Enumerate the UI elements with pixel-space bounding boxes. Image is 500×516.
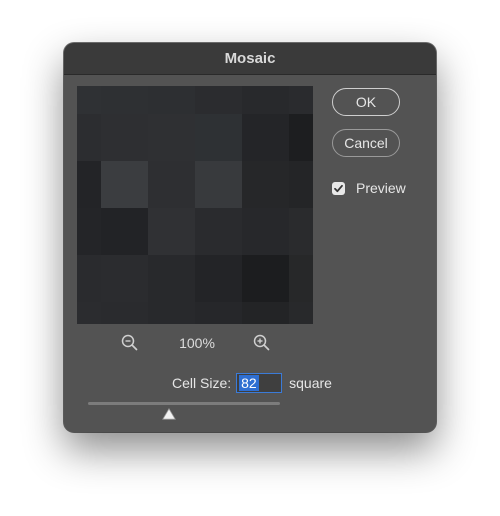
mosaic-cell	[148, 302, 195, 324]
mosaic-cell	[101, 114, 148, 161]
mosaic-cell	[242, 161, 289, 208]
mosaic-cell	[195, 302, 242, 324]
preview-label: Preview	[356, 180, 406, 196]
mosaic-cell	[77, 161, 101, 208]
mosaic-cell	[77, 208, 101, 255]
zoom-level: 100%	[179, 335, 215, 351]
mosaic-dialog: Mosaic 100% OK Cancel Preview Cell Size:…	[64, 43, 436, 432]
mosaic-cell	[101, 208, 148, 255]
mosaic-cell	[77, 255, 101, 302]
zoom-in-icon[interactable]	[252, 333, 272, 353]
mosaic-cell	[289, 161, 313, 208]
mosaic-cell	[101, 86, 148, 114]
mosaic-cell	[148, 114, 195, 161]
dialog-title: Mosaic	[64, 43, 436, 75]
mosaic-cell	[195, 208, 242, 255]
mosaic-cell	[242, 208, 289, 255]
mosaic-cell	[77, 302, 101, 324]
mosaic-cell	[148, 161, 195, 208]
cancel-button[interactable]: Cancel	[332, 129, 400, 157]
ok-button[interactable]: OK	[332, 88, 400, 116]
mosaic-cell	[101, 255, 148, 302]
zoom-controls: 100%	[77, 333, 313, 355]
checkmark-icon	[334, 184, 343, 192]
cell-size-unit: square	[289, 375, 332, 391]
cell-size-value: 82	[239, 375, 259, 391]
mosaic-cell	[289, 255, 313, 302]
mosaic-cell	[242, 302, 289, 324]
mosaic-cell	[242, 255, 289, 302]
mosaic-cell	[289, 114, 313, 161]
cell-size-slider-thumb[interactable]	[161, 407, 176, 420]
mosaic-cell	[195, 86, 242, 114]
mosaic-cell	[77, 114, 101, 161]
mosaic-cell	[289, 86, 313, 114]
mosaic-cell	[289, 208, 313, 255]
mosaic-cell	[195, 255, 242, 302]
preview-toggle[interactable]: Preview	[332, 179, 406, 197]
mosaic-cell	[101, 161, 148, 208]
mosaic-cell	[242, 86, 289, 114]
cell-size-label: Cell Size:	[172, 375, 232, 391]
mosaic-cell	[242, 114, 289, 161]
cell-size-input[interactable]: 82	[236, 373, 283, 393]
cell-size-slider-track[interactable]	[88, 402, 280, 405]
mosaic-preview[interactable]	[77, 86, 313, 324]
mosaic-cell	[148, 86, 195, 114]
mosaic-cell	[101, 302, 148, 324]
mosaic-cell	[148, 208, 195, 255]
mosaic-cell	[148, 255, 195, 302]
mosaic-cell	[195, 114, 242, 161]
mosaic-cell	[289, 302, 313, 324]
cell-size-row: Cell Size: 82 square	[172, 373, 332, 393]
mosaic-cell	[195, 161, 242, 208]
preview-checkbox[interactable]	[332, 181, 345, 195]
zoom-out-icon[interactable]	[120, 333, 140, 353]
mosaic-cell	[77, 86, 101, 114]
